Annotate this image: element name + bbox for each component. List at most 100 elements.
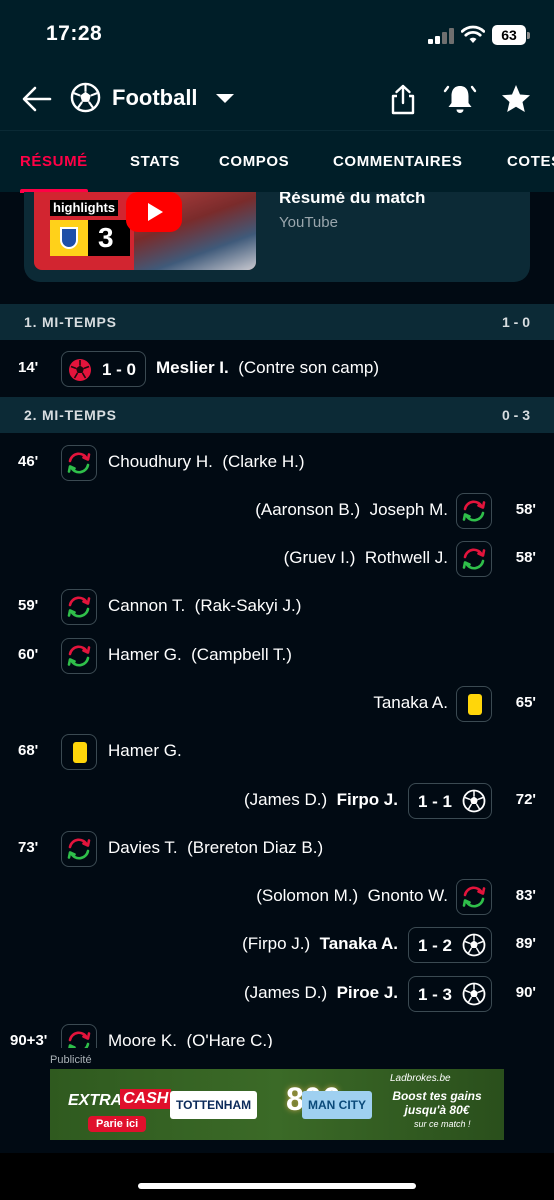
event-text: (Firpo J.) Tanaka A. [242, 934, 398, 954]
event-row[interactable]: 68' Hamer G. [0, 728, 554, 776]
video-highlight-card[interactable]: highlights 3 Résumé du match YouTube [24, 192, 530, 282]
event-player: Joseph M. [369, 500, 448, 519]
section-score: 0 - 3 [501, 407, 530, 423]
tab-cotes[interactable]: COTES [507, 153, 554, 170]
event-detail: (Rak-Sakyi J.) [194, 596, 302, 615]
ad-banner[interactable]: EXTRA CASH Parie ici TOTTENHAM 80€ MAN C… [50, 1069, 504, 1140]
event-minute: 89' [515, 935, 536, 952]
cellular-signal-icon [428, 28, 456, 44]
substitution-icon [456, 879, 492, 915]
event-detail: (Gruev I.) [283, 548, 356, 567]
tab-commentaires[interactable]: COMMENTAIRES [333, 153, 462, 170]
home-indicator[interactable] [138, 1183, 416, 1189]
video-thumbnail[interactable]: highlights 3 [34, 192, 256, 270]
score-box: 1 - 0 [61, 351, 146, 387]
wifi-icon [461, 25, 485, 43]
sport-title[interactable]: Football [112, 85, 198, 111]
event-detail: (Solomon M.) [256, 886, 359, 905]
soccer-ball-icon [462, 982, 486, 1006]
star-icon[interactable] [499, 82, 533, 116]
event-row[interactable]: 60' Hamer G. (Campbell T.) [0, 632, 554, 680]
event-row[interactable]: 59' Cannon T. (Rak-Sakyi J.) [0, 583, 554, 631]
event-row[interactable]: (James D.) Piroe J. 1 - 3 90' [0, 970, 554, 1018]
event-row[interactable]: (Solomon M.) Gnonto W. 83' [0, 873, 554, 921]
event-minute: 90' [515, 984, 536, 1001]
ad-brand: Ladbrokes.be [390, 1073, 451, 1084]
event-row[interactable]: 14' 1 - 0 Meslier I. (Contre son camp) [0, 345, 554, 393]
event-row[interactable]: 46' Choudhury H. (Clarke H.) [0, 439, 554, 487]
event-row[interactable]: 90+3' Moore K. (O'Hare C.) [0, 1018, 554, 1048]
event-minute: 90+3' [10, 1032, 48, 1048]
home-area [0, 1153, 554, 1200]
event-minute: 73' [18, 839, 39, 856]
event-score: 1 - 2 [418, 936, 453, 955]
event-text: Cannon T. (Rak-Sakyi J.) [108, 596, 301, 616]
thumb-label: highlights [50, 200, 119, 216]
section-header-first-half: 1. MI-TEMPS 1 - 0 [0, 304, 554, 340]
event-text: (Aaronson B.) Joseph M. [255, 500, 448, 520]
event-detail: (James D.) [244, 790, 328, 809]
event-player: Choudhury H. [108, 452, 213, 471]
event-minute: 59' [18, 597, 39, 614]
tab-compos[interactable]: COMPOS [219, 153, 289, 170]
event-row[interactable]: (Aaronson B.) Joseph M. 58' [0, 487, 554, 535]
substitution-icon [61, 445, 97, 481]
ad-team-away: MAN CITY [302, 1091, 372, 1119]
event-minute: 72' [515, 791, 536, 808]
tab-resume[interactable]: RÉSUMÉ [20, 153, 88, 170]
status-bar: 17:28 63 [0, 0, 554, 70]
score-box: 1 - 1 [408, 783, 492, 819]
event-detail: (Firpo J.) [242, 934, 311, 953]
ad-extra-text: EXTRA [68, 1092, 123, 1109]
event-detail: (O'Hare C.) [186, 1031, 273, 1048]
event-minute: 14' [18, 359, 39, 376]
event-player: Moore K. [108, 1031, 177, 1048]
event-row[interactable]: 73' Davies T. (Brereton Diaz B.) [0, 825, 554, 873]
app-header: Football [0, 70, 554, 130]
substitution-icon [61, 831, 97, 867]
event-detail: (Brereton Diaz B.) [187, 838, 324, 857]
substitution-icon [456, 493, 492, 529]
event-detail: (Campbell T.) [191, 645, 292, 664]
tab-stats[interactable]: STATS [130, 153, 180, 170]
substitution-icon [61, 589, 97, 625]
event-player: Gnonto W. [367, 886, 448, 905]
event-minute: 83' [515, 887, 536, 904]
ad-boost-text: Boost tes gains jusqu'à 80€ [392, 1089, 482, 1117]
ad-label: Publicité [50, 1054, 92, 1066]
event-player: Hamer G. [108, 741, 182, 760]
event-row[interactable]: (James D.) Firpo J. 1 - 1 72' [0, 777, 554, 825]
play-icon[interactable] [126, 192, 182, 232]
share-icon[interactable] [386, 82, 420, 116]
score-box: 1 - 3 [408, 976, 492, 1012]
chevron-down-icon[interactable] [216, 94, 234, 103]
event-player: Firpo J. [336, 790, 398, 809]
yellow-card-icon [61, 734, 97, 770]
event-text: Hamer G. (Campbell T.) [108, 645, 292, 665]
event-text: Moore K. (O'Hare C.) [108, 1031, 273, 1048]
ad-cta-button[interactable]: Parie ici [88, 1116, 147, 1132]
event-row[interactable]: Tanaka A. 65' [0, 680, 554, 728]
event-player: Tanaka A. [373, 693, 448, 712]
event-player: Tanaka A. [319, 934, 398, 953]
event-player: Piroe J. [336, 983, 398, 1002]
event-minute: 46' [18, 453, 39, 470]
event-score: 1 - 1 [418, 792, 453, 811]
event-text: (James D.) Piroe J. [244, 983, 398, 1003]
event-minute: 60' [18, 646, 39, 663]
status-time: 17:28 [46, 22, 103, 45]
event-minute: 65' [515, 694, 536, 711]
ad-team-home: TOTTENHAM [170, 1091, 258, 1119]
event-player: Cannon T. [108, 596, 186, 615]
battery-indicator: 63 [492, 25, 530, 45]
video-source: YouTube [279, 214, 338, 231]
thumb-score: 3 [88, 220, 130, 256]
event-minute: 58' [515, 501, 536, 518]
back-arrow-icon[interactable] [20, 82, 54, 116]
bell-icon[interactable] [443, 82, 477, 116]
event-minute: 58' [515, 549, 536, 566]
event-row[interactable]: (Firpo J.) Tanaka A. 1 - 2 89' [0, 921, 554, 969]
event-text: Choudhury H. (Clarke H.) [108, 452, 305, 472]
event-row[interactable]: (Gruev I.) Rothwell J. 58' [0, 535, 554, 583]
ad-area: Publicité EXTRA CASH Parie ici TOTTENHAM… [0, 1048, 554, 1153]
